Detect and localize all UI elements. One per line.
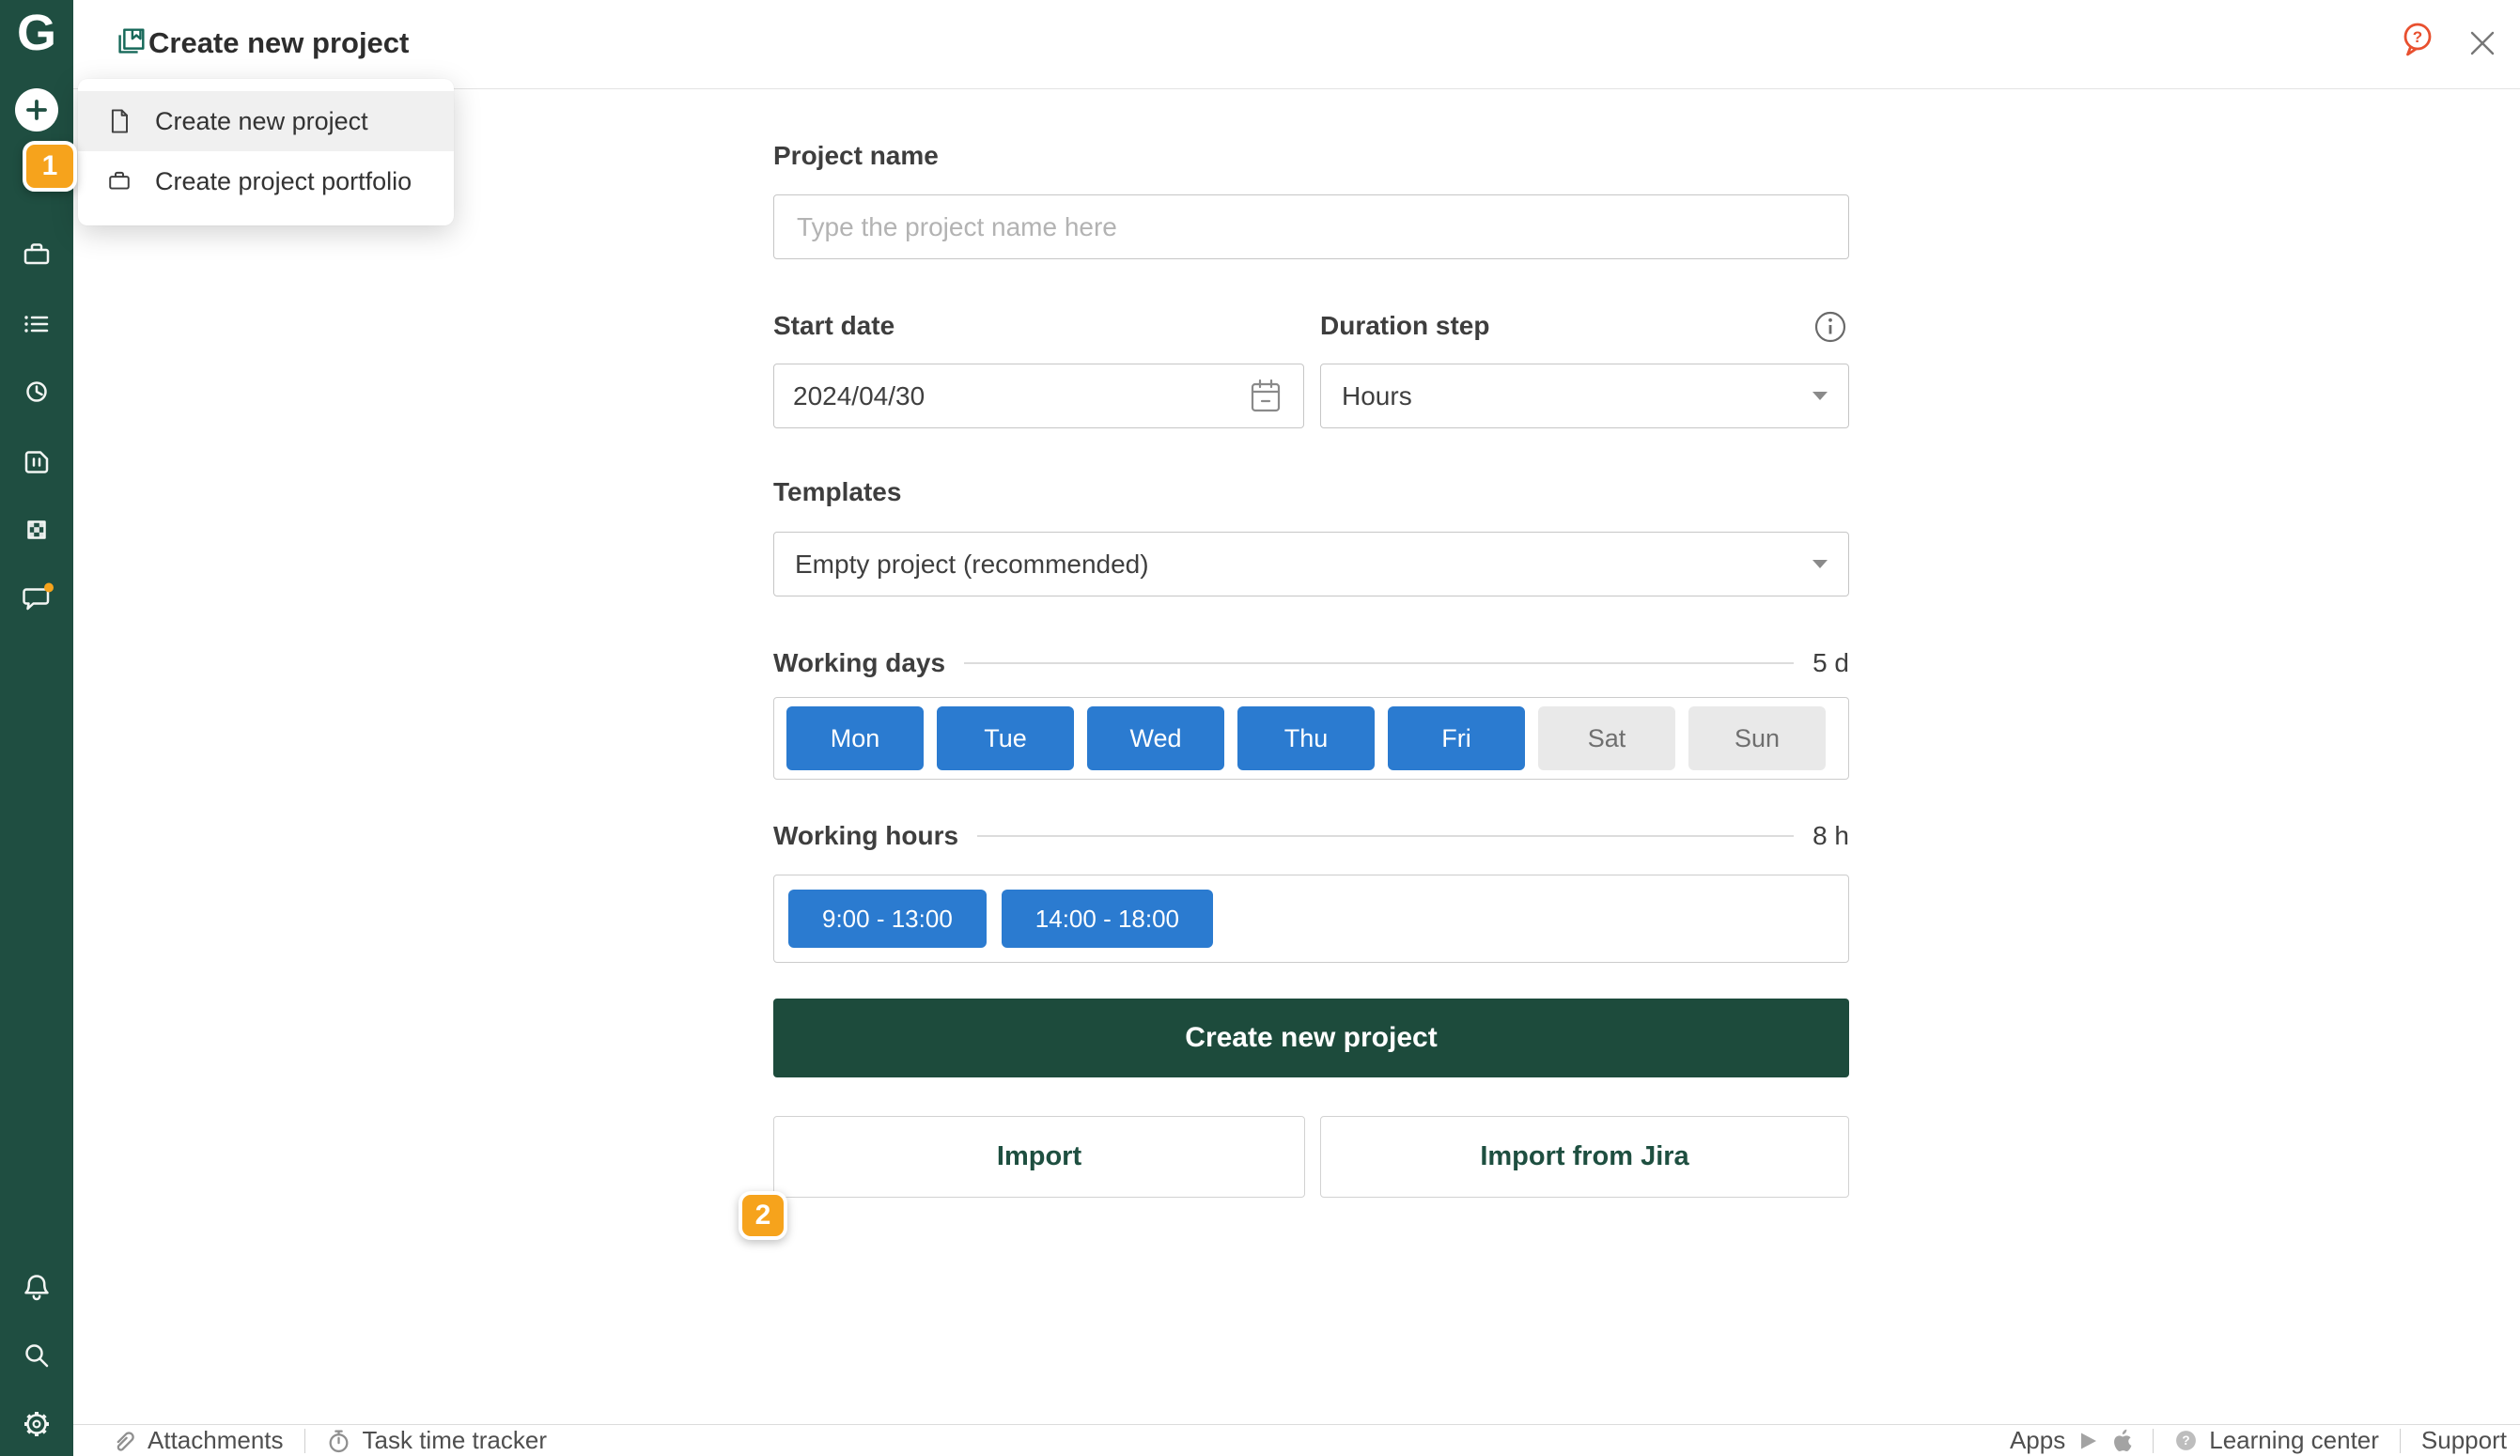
- create-project-form: Project name Start date Duration step 20…: [773, 0, 1849, 1315]
- working-day-mon[interactable]: Mon: [786, 706, 924, 770]
- templates-select[interactable]: Empty project (recommended): [773, 532, 1849, 596]
- close-icon[interactable]: [2467, 28, 2497, 58]
- projects-briefcase-icon[interactable]: [18, 237, 55, 274]
- notifications-bell-icon[interactable]: [18, 1269, 55, 1307]
- divider: [2153, 1429, 2154, 1453]
- settings-gear-icon[interactable]: [18, 1405, 55, 1443]
- svg-text:?: ?: [2413, 28, 2422, 46]
- chevron-down-icon: [1812, 392, 1828, 400]
- search-icon[interactable]: [18, 1337, 55, 1374]
- tutorial-step-badge-2: 2: [739, 1191, 787, 1240]
- project-name-input[interactable]: [773, 194, 1849, 259]
- status-bar: Attachments Task time tracker Apps: [73, 1424, 2520, 1456]
- task-time-tracker-label: Task time tracker: [363, 1426, 548, 1455]
- learning-center-label: Learning center: [2209, 1426, 2379, 1455]
- working-day-thu[interactable]: Thu: [1237, 706, 1375, 770]
- comments-chat-icon[interactable]: [18, 579, 55, 616]
- calendar-icon: [1247, 377, 1284, 416]
- working-day-fri[interactable]: Fri: [1388, 706, 1525, 770]
- menu-item-label: Create project portfolio: [155, 167, 412, 196]
- time-log-clock-icon[interactable]: [18, 373, 55, 410]
- working-day-tue[interactable]: Tue: [937, 706, 1074, 770]
- question-circle-icon: ?: [2174, 1429, 2198, 1452]
- apple-icon[interactable]: [2110, 1429, 2132, 1453]
- working-hours-total: 8 h: [1812, 821, 1849, 851]
- paperclip-icon: [111, 1428, 136, 1453]
- import-from-jira-button[interactable]: Import from Jira: [1320, 1116, 1849, 1198]
- create-new-project-button[interactable]: Create new project: [773, 999, 1849, 1077]
- reports-icon[interactable]: [18, 442, 55, 480]
- working-days-total: 5 d: [1812, 648, 1849, 678]
- start-date-field[interactable]: 2024/04/30: [773, 364, 1304, 428]
- duration-step-value: Hours: [1342, 381, 1412, 411]
- sidebar: G: [0, 0, 73, 1456]
- plus-icon: [18, 91, 55, 129]
- working-days-label: Working days: [773, 648, 945, 678]
- svg-text:?: ?: [2183, 1433, 2190, 1448]
- tutorial-step-badge-1: 1: [23, 141, 77, 192]
- support-link[interactable]: Support: [2421, 1426, 2507, 1455]
- divider: [304, 1429, 305, 1453]
- start-date-value: 2024/04/30: [793, 381, 925, 411]
- learning-center-link[interactable]: ? Learning center: [2174, 1426, 2379, 1455]
- templates-label: Templates: [773, 477, 901, 507]
- help-icon[interactable]: ?: [2399, 21, 2436, 60]
- task-time-tracker-button[interactable]: Task time tracker: [326, 1426, 548, 1455]
- import-button[interactable]: Import: [773, 1116, 1305, 1198]
- create-button[interactable]: [15, 88, 58, 132]
- file-icon: [104, 106, 134, 136]
- start-date-label: Start date: [773, 311, 894, 341]
- project-name-label: Project name: [773, 141, 939, 171]
- chevron-down-icon: [1812, 560, 1828, 568]
- working-hours-group[interactable]: 9:00 - 13:00 14:00 - 18:00: [773, 875, 1849, 963]
- notification-dot: [44, 583, 54, 593]
- working-hours-header: Working hours 8 h: [773, 821, 1849, 851]
- task-list-icon[interactable]: [18, 305, 55, 343]
- info-icon[interactable]: [1813, 310, 1847, 344]
- working-day-sun[interactable]: Sun: [1688, 706, 1826, 770]
- support-label: Support: [2421, 1426, 2507, 1455]
- duration-step-select[interactable]: Hours: [1320, 364, 1849, 428]
- divider-line: [964, 662, 1794, 664]
- working-hours-label: Working hours: [773, 821, 958, 851]
- attachments-button[interactable]: Attachments: [111, 1426, 284, 1455]
- divider: [2400, 1429, 2401, 1453]
- project-book-icon: [113, 24, 148, 60]
- attachments-label: Attachments: [148, 1426, 284, 1455]
- briefcase-icon: [104, 166, 134, 196]
- apps-label: Apps: [2010, 1426, 2065, 1455]
- working-day-sat[interactable]: Sat: [1538, 706, 1675, 770]
- stopwatch-icon: [326, 1428, 351, 1453]
- menu-item-create-new-project[interactable]: Create new project: [78, 91, 454, 151]
- working-hours-range-1[interactable]: 9:00 - 13:00: [788, 890, 987, 948]
- page-title: Create new project: [148, 26, 409, 60]
- working-hours-range-2[interactable]: 14:00 - 18:00: [1002, 890, 1213, 948]
- modal-header: Create new project ?: [73, 0, 2520, 89]
- working-day-wed[interactable]: Wed: [1087, 706, 1224, 770]
- templates-value: Empty project (recommended): [795, 550, 1149, 580]
- working-days-header: Working days 5 d: [773, 648, 1849, 678]
- divider-line: [977, 835, 1794, 837]
- create-menu: Create new project Create project portfo…: [78, 79, 454, 225]
- menu-item-label: Create new project: [155, 107, 368, 136]
- portfolio-grid-icon[interactable]: [18, 511, 55, 549]
- google-play-icon[interactable]: [2077, 1430, 2099, 1452]
- apps-link[interactable]: Apps: [2010, 1426, 2132, 1455]
- working-days-group: MonTueWedThuFriSatSun: [773, 697, 1849, 780]
- app-logo[interactable]: G: [0, 4, 73, 62]
- menu-item-create-project-portfolio[interactable]: Create project portfolio: [78, 151, 454, 211]
- duration-step-label: Duration step: [1320, 311, 1489, 341]
